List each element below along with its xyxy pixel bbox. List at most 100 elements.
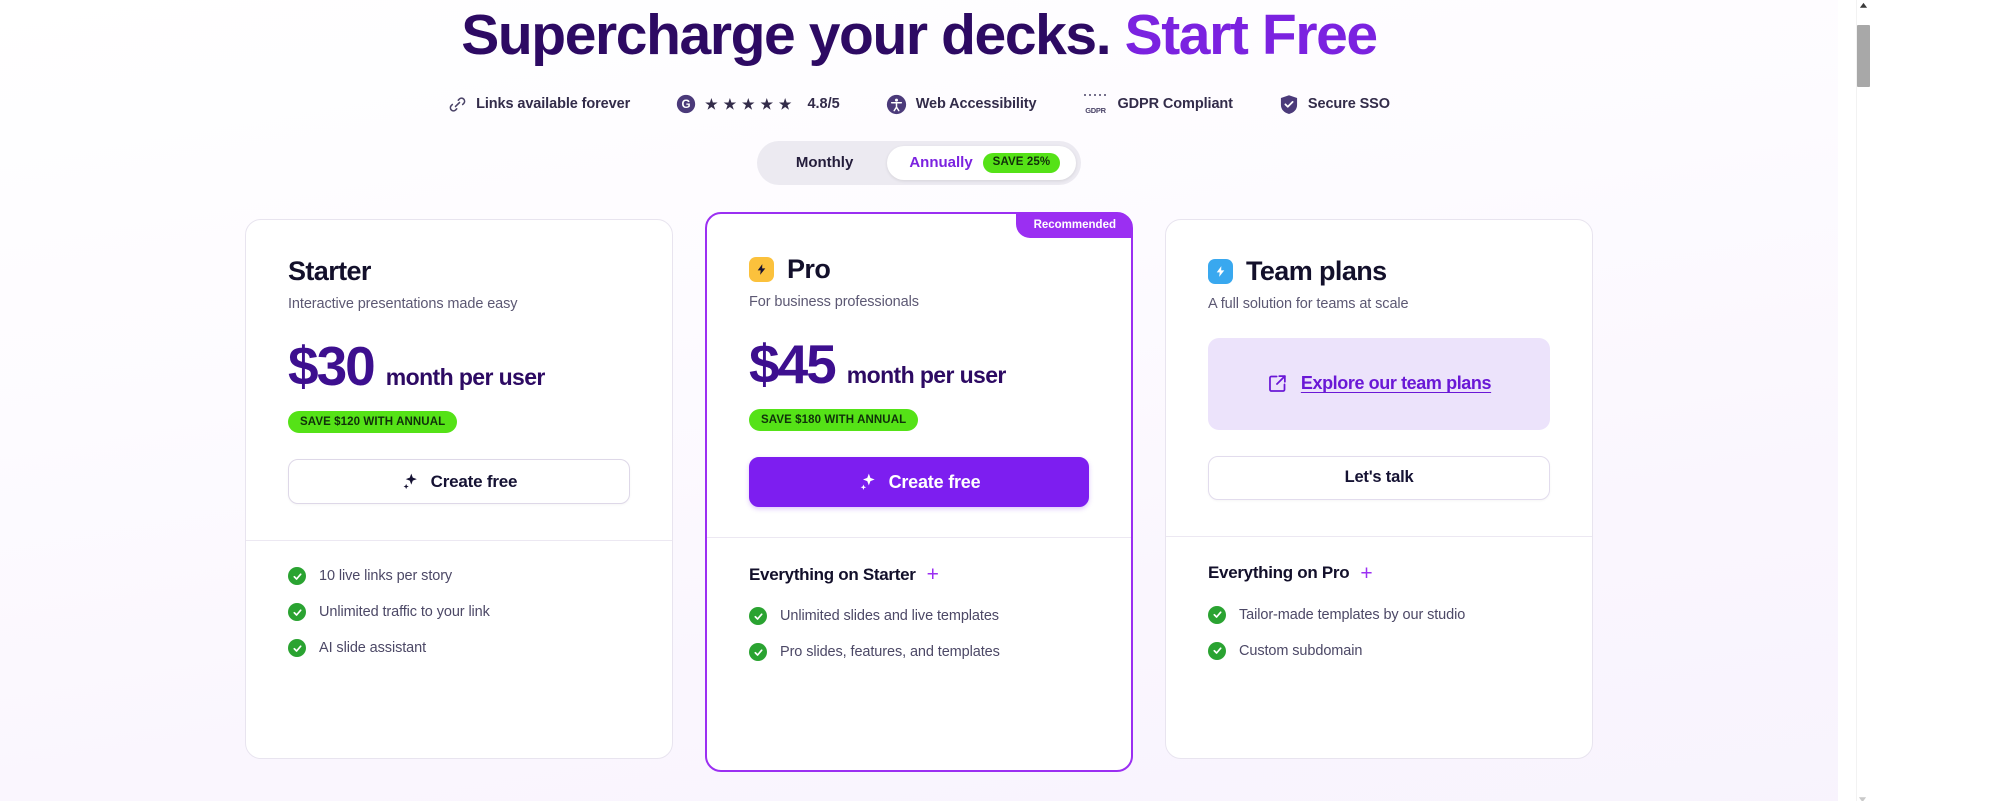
- trust-badge-web-accessibility: Web Accessibility: [886, 94, 1037, 115]
- gdpr-stars: [1082, 94, 1108, 97]
- billing-toggle-monthly[interactable]: Monthly: [762, 146, 888, 180]
- feature-label: Tailor-made templates by our studio: [1239, 606, 1466, 623]
- plan-subtitle: For business professionals: [749, 293, 919, 310]
- plan-card-starter: Starter Interactive presentations made e…: [245, 218, 673, 759]
- plan-card-body: Pro For business professionals $45 month…: [707, 214, 1131, 508]
- check-icon: [1208, 641, 1226, 660]
- plan-subtitle: A full solution for teams at scale: [1208, 295, 1409, 312]
- link-icon: [448, 95, 467, 114]
- plan-name: Starter: [288, 255, 371, 286]
- plus-icon: +: [926, 563, 939, 587]
- shield-check-icon: [1279, 94, 1299, 115]
- lets-talk-button[interactable]: Let's talk: [1208, 455, 1550, 500]
- sparkle-icon: [858, 472, 878, 492]
- plan-price: $45: [749, 332, 837, 395]
- features-heading-label: Everything on Starter: [749, 564, 916, 584]
- page-viewport: Supercharge your decks. Start Free Links…: [0, 0, 1838, 801]
- hero-section: Supercharge your decks. Start Free Links…: [0, 0, 1838, 185]
- feature-label: 10 live links per story: [319, 568, 453, 585]
- feature-label: Unlimited traffic to your link: [319, 604, 490, 621]
- plan-annual-savings-badge: SAVE $120 WITH ANNUAL: [288, 410, 458, 434]
- plan-title-row: Team plans: [1208, 256, 1550, 287]
- trust-badge-label: GDPR Compliant: [1117, 96, 1233, 113]
- plan-price-unit: month per user: [385, 363, 546, 390]
- plus-icon: +: [1360, 561, 1373, 585]
- lightning-icon: [749, 256, 774, 282]
- plan-title-row: Pro: [749, 254, 1089, 285]
- plan-card-pro: Recommended Pro For business professiona…: [705, 211, 1133, 772]
- feature-item: 10 live links per story: [288, 567, 630, 586]
- trust-badge-secure-sso: Secure SSO: [1279, 94, 1390, 115]
- create-free-button-starter[interactable]: Create free: [288, 459, 630, 505]
- g2-icon: G: [676, 94, 696, 114]
- explore-team-plans-label: Explore our team plans: [1300, 373, 1492, 394]
- scroll-down-arrow-icon[interactable]: [1858, 790, 1869, 801]
- external-link-icon: [1267, 373, 1288, 394]
- check-icon: [1208, 605, 1226, 624]
- plan-card-team: Team plans A full solution for teams at …: [1165, 218, 1593, 759]
- plan-price-row: $30 month per user: [288, 334, 630, 397]
- plan-features-team: Everything on Pro + Tailor-made template…: [1166, 537, 1592, 660]
- everything-on-pro-toggle[interactable]: Everything on Pro +: [1208, 563, 1550, 584]
- feature-list: 10 live links per story Unlimited traffi…: [288, 567, 630, 658]
- accessibility-icon: [886, 94, 907, 115]
- everything-on-starter-toggle[interactable]: Everything on Starter +: [749, 564, 1089, 585]
- save-25-badge: SAVE 25%: [982, 153, 1061, 173]
- page-title-accent: Start Free: [1124, 3, 1379, 67]
- explore-team-plans-box[interactable]: Explore our team plans: [1208, 337, 1550, 430]
- feature-label: AI slide assistant: [319, 640, 426, 657]
- check-icon: [288, 639, 306, 658]
- plan-name: Team plans: [1246, 255, 1387, 286]
- feature-label: Pro slides, features, and templates: [780, 644, 1000, 661]
- rating-stars: ★ ★ ★ ★ ★: [705, 95, 793, 112]
- trust-badge-gdpr: GDPR GDPR Compliant: [1082, 94, 1233, 114]
- check-icon: [288, 603, 306, 622]
- trust-badge-label: Web Accessibility: [915, 96, 1037, 113]
- sparkle-icon: [401, 472, 420, 491]
- plan-card-body: Team plans A full solution for teams at …: [1166, 220, 1592, 500]
- feature-list: Unlimited slides and live templates Pro …: [749, 607, 1089, 662]
- scrollbar-track[interactable]: [1856, 0, 1871, 801]
- page-title-main: Supercharge your decks.: [461, 3, 1111, 67]
- feature-item: Tailor-made templates by our studio: [1208, 605, 1550, 624]
- feature-label: Unlimited slides and live templates: [780, 608, 999, 625]
- trust-badge-label: Links available forever: [476, 96, 631, 113]
- trust-badge-label: Secure SSO: [1307, 96, 1390, 113]
- create-free-label: Create free: [888, 471, 981, 492]
- plan-price: $30: [288, 334, 376, 397]
- create-free-button-pro[interactable]: Create free: [749, 457, 1089, 508]
- check-icon: [749, 607, 767, 626]
- page-title: Supercharge your decks. Start Free: [0, 3, 1838, 67]
- rating-value: 4.8/5: [807, 96, 840, 113]
- pricing-page: Supercharge your decks. Start Free Links…: [0, 0, 1999, 801]
- scroll-up-arrow-icon[interactable]: [1858, 1, 1869, 10]
- recommended-ribbon: Recommended: [1015, 212, 1132, 238]
- pricing-cards: Starter Interactive presentations made e…: [0, 211, 1838, 772]
- billing-toggle-annually[interactable]: Annually SAVE 25%: [887, 145, 1077, 180]
- features-heading-label: Everything on Pro: [1208, 563, 1350, 583]
- feature-item: Custom subdomain: [1208, 641, 1550, 660]
- trust-badges-row: Links available forever G ★ ★ ★ ★ ★ 4.8/…: [0, 94, 1838, 115]
- billing-toggle[interactable]: Monthly Annually SAVE 25%: [756, 140, 1082, 185]
- plan-title-row: Starter: [288, 256, 630, 287]
- trust-badge-links-forever: Links available forever: [448, 95, 630, 114]
- lets-talk-label: Let's talk: [1344, 468, 1414, 487]
- create-free-label: Create free: [430, 471, 518, 491]
- plan-card-body: Starter Interactive presentations made e…: [246, 220, 672, 505]
- feature-item: Pro slides, features, and templates: [749, 643, 1089, 662]
- plan-name: Pro: [787, 253, 831, 284]
- gdpr-icon: GDPR: [1082, 94, 1108, 114]
- plan-subtitle: Interactive presentations made easy: [288, 295, 518, 312]
- feature-item: Unlimited slides and live templates: [749, 607, 1089, 626]
- feature-list: Tailor-made templates by our studio Cust…: [1208, 605, 1550, 660]
- feature-item: Unlimited traffic to your link: [288, 603, 630, 622]
- billing-toggle-wrapper: Monthly Annually SAVE 25%: [0, 140, 1838, 185]
- svg-text:G: G: [682, 99, 691, 112]
- plan-annual-savings-badge: SAVE $180 WITH ANNUAL: [749, 408, 919, 432]
- billing-toggle-annually-label: Annually: [909, 154, 973, 172]
- scrollbar-thumb[interactable]: [1857, 25, 1870, 87]
- feature-item: AI slide assistant: [288, 639, 630, 658]
- feature-label: Custom subdomain: [1239, 642, 1363, 659]
- plan-features-pro: Everything on Starter + Unlimited slides…: [707, 538, 1131, 662]
- check-icon: [288, 567, 306, 586]
